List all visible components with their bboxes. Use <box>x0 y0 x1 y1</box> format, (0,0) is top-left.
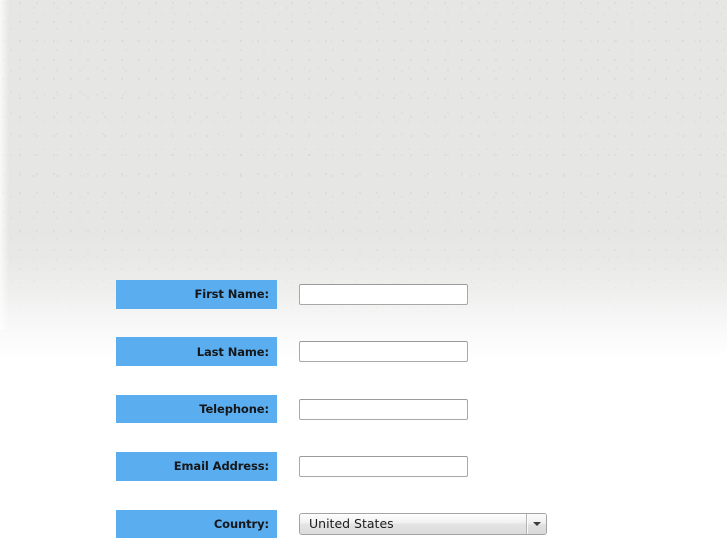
email-address-input[interactable] <box>299 455 468 477</box>
field-country: United States <box>277 510 576 539</box>
field-telephone <box>277 395 576 424</box>
telephone-input[interactable] <box>299 398 468 420</box>
country-select-value: United States <box>309 516 394 532</box>
field-first-name <box>277 280 576 309</box>
page-background: First Name: Last Name: Telephone: Email … <box>0 0 727 545</box>
row-gap-cell <box>116 423 576 452</box>
label-country: Country: <box>116 509 277 539</box>
chevron-down-icon <box>526 513 546 534</box>
form-row-email-address: Email Address: <box>116 452 576 481</box>
form-row-country: Country: United States <box>116 509 576 539</box>
row-gap <box>116 423 576 452</box>
row-gap-cell <box>116 538 576 545</box>
form-row-last-name: Last Name: <box>116 337 576 367</box>
row-gap <box>116 481 576 510</box>
label-telephone: Telephone: <box>116 394 277 424</box>
row-gap <box>116 366 576 395</box>
first-name-input[interactable] <box>299 283 468 305</box>
country-select[interactable]: United States <box>299 512 547 535</box>
background-left-highlight <box>0 0 9 330</box>
row-gap-cell <box>116 366 576 395</box>
field-last-name <box>277 337 576 366</box>
row-gap <box>116 309 576 338</box>
contact-form: First Name: Last Name: Telephone: Email … <box>116 280 576 545</box>
last-name-input[interactable] <box>299 341 468 363</box>
row-gap-cell <box>116 481 576 510</box>
row-gap-cell <box>116 309 576 338</box>
row-gap <box>116 538 576 545</box>
field-email-address <box>277 452 576 481</box>
form-row-first-name: First Name: <box>116 280 576 309</box>
label-first-name: First Name: <box>116 280 277 309</box>
label-email-address: Email Address: <box>116 452 277 481</box>
form-row-telephone: Telephone: <box>116 394 576 424</box>
label-last-name: Last Name: <box>116 337 277 367</box>
